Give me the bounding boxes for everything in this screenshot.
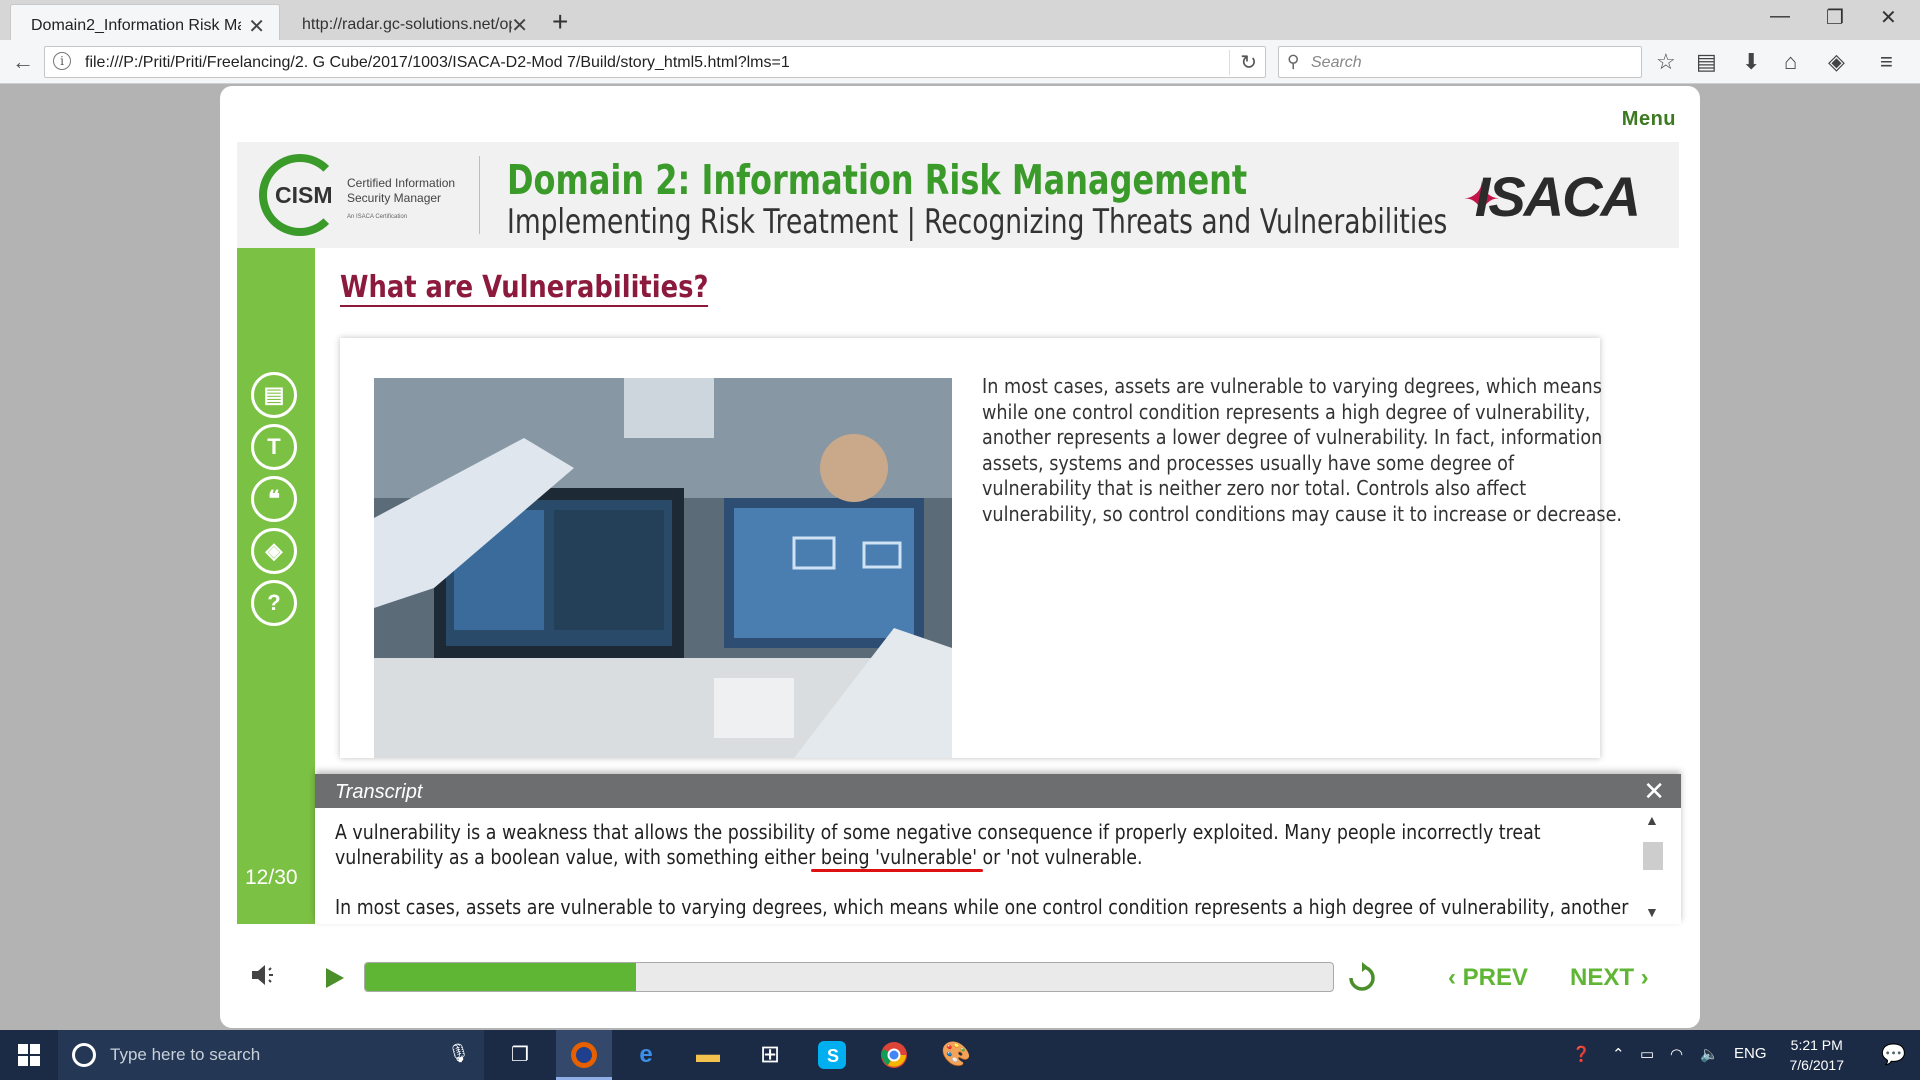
- browser-search-input[interactable]: ⚲ Search: [1278, 46, 1642, 78]
- network-icon[interactable]: ◠: [1670, 1045, 1683, 1063]
- transcript-paragraph: A vulnerability is a weakness that allow…: [335, 820, 1541, 869]
- cism-logo-tagline: An ISACA Certification: [347, 214, 408, 220]
- task-view-icon[interactable]: ❐: [492, 1030, 548, 1080]
- back-icon[interactable]: ←: [12, 49, 34, 75]
- slide-title: What are Vulnerabilities?: [340, 270, 709, 307]
- speaker-icon[interactable]: 🔈: [1700, 1045, 1719, 1063]
- tab-active[interactable]: Domain2_Information Risk Mana ✕: [10, 4, 280, 40]
- browser-navbar: ← i file:///P:/Priti/Priti/Freelancing/2…: [0, 40, 1920, 84]
- transcript-paragraph: In most cases, assets are vulnerable to …: [335, 895, 1629, 918]
- paint-icon[interactable]: 🎨: [928, 1030, 984, 1080]
- notes-icon[interactable]: ▤: [251, 372, 297, 418]
- tab-close-icon[interactable]: ✕: [511, 13, 528, 38]
- slide-body-text: In most cases, assets are vulnerable to …: [982, 374, 1622, 526]
- playback-progress-bar[interactable]: [364, 962, 1334, 992]
- text-icon[interactable]: T: [251, 424, 297, 470]
- chrome-icon[interactable]: [866, 1030, 922, 1080]
- store-icon[interactable]: ⊞: [742, 1030, 798, 1080]
- battery-icon[interactable]: ▭: [1640, 1045, 1654, 1063]
- taskbar-search-placeholder: Type here to search: [110, 1045, 261, 1064]
- svg-text:S: S: [827, 1046, 839, 1066]
- volume-icon[interactable]: [250, 962, 276, 993]
- edge-icon[interactable]: e: [618, 1030, 674, 1080]
- play-icon[interactable]: [324, 966, 346, 995]
- microphone-icon[interactable]: 🎙: [447, 1043, 470, 1064]
- windows-start-icon[interactable]: [18, 1044, 40, 1071]
- restore-icon[interactable]: ❐: [1826, 5, 1844, 30]
- close-window-icon[interactable]: ✕: [1880, 5, 1897, 30]
- transcript-annotation-underline: [811, 869, 983, 872]
- pocket-icon[interactable]: ◈: [1828, 49, 1845, 75]
- help-icon[interactable]: ?: [251, 580, 297, 626]
- windows-taskbar: Type here to search 🎙 ❐ e ▬ ⊞ S 🎨 ❓ ⌃ ▭ …: [0, 1030, 1920, 1080]
- url-text: file:///P:/Priti/Priti/Freelancing/2. G …: [85, 54, 790, 71]
- file-explorer-icon[interactable]: ▬: [680, 1030, 736, 1080]
- prev-button[interactable]: ‹ PREV: [1448, 964, 1528, 992]
- browser-search-placeholder: Search: [1311, 54, 1362, 71]
- quote-icon[interactable]: ❝: [251, 476, 297, 522]
- skype-icon[interactable]: S: [804, 1030, 860, 1080]
- help-tray-icon[interactable]: ❓: [1572, 1045, 1591, 1063]
- header-title: Domain 2: Information Risk Management: [507, 156, 1248, 204]
- firefox-icon[interactable]: [556, 1030, 612, 1080]
- taskbar-search-input[interactable]: Type here to search 🎙: [58, 1030, 484, 1080]
- course-player: Menu CISM Certified Information Security…: [220, 86, 1700, 1028]
- transcript-title: Transcript: [335, 781, 423, 803]
- download-icon[interactable]: ⬇: [1742, 49, 1760, 75]
- home-icon[interactable]: ⌂: [1784, 49, 1797, 75]
- transcript-body: A vulnerability is a weakness that allow…: [335, 820, 1635, 918]
- minimize-icon[interactable]: —: [1770, 5, 1790, 28]
- tab-inactive[interactable]: http://radar.gc-solutions.net/ope ✕: [282, 4, 542, 40]
- clock-date: 7/6/2017: [1789, 1057, 1845, 1073]
- progress-fill: [365, 963, 637, 991]
- site-info-icon[interactable]: i: [53, 52, 71, 70]
- browser-tabstrip: Domain2_Information Risk Mana ✕ http://r…: [0, 0, 1920, 40]
- notifications-icon[interactable]: 💬: [1881, 1042, 1906, 1067]
- transcript-close-icon[interactable]: ✕: [1643, 776, 1665, 807]
- transcript-panel: Transcript ✕ A vulnerability is a weakne…: [315, 774, 1681, 924]
- tab-label: Domain2_Information Risk Mana: [31, 17, 241, 34]
- next-label: NEXT: [1570, 964, 1635, 991]
- cortana-icon: [72, 1043, 96, 1067]
- hamburger-menu-icon[interactable]: ≡: [1880, 49, 1893, 75]
- slide-counter: 12/30: [245, 866, 298, 889]
- reload-icon[interactable]: ↻: [1229, 50, 1257, 75]
- language-indicator[interactable]: ENG: [1734, 1045, 1767, 1062]
- clock-time: 5:21 PM: [1790, 1037, 1843, 1053]
- transcript-scrollbar[interactable]: ▲ ▼: [1641, 808, 1665, 924]
- next-button[interactable]: NEXT ›: [1570, 964, 1649, 992]
- menu-button[interactable]: Menu: [1622, 108, 1676, 131]
- reading-list-icon[interactable]: ▤: [1696, 49, 1717, 75]
- prev-label: PREV: [1462, 964, 1529, 991]
- bookmark-star-icon[interactable]: ☆: [1656, 49, 1676, 75]
- office-photo-graphic: [374, 378, 952, 758]
- isaca-logo: ISACA: [1474, 165, 1641, 228]
- scroll-up-icon[interactable]: ▲: [1645, 812, 1659, 828]
- tab-label: http://radar.gc-solutions.net/ope: [302, 16, 512, 33]
- tab-close-icon[interactable]: ✕: [248, 14, 265, 39]
- header-subtitle: Implementing Risk Treatment | Recognizin…: [507, 202, 1448, 242]
- office-photo: [374, 378, 952, 758]
- transcript-header: Transcript ✕: [315, 774, 1681, 808]
- url-bar[interactable]: i file:///P:/Priti/Priti/Freelancing/2. …: [44, 46, 1266, 78]
- course-header: CISM Certified Information Security Mana…: [237, 142, 1679, 248]
- cism-logo-subtitle: Certified Information Security Manager: [347, 176, 456, 205]
- tools-sidebar: ▤ T ❝ ◈ ? 12/30: [237, 248, 315, 924]
- system-clock[interactable]: 5:21 PM 7/6/2017: [1790, 1035, 1845, 1075]
- search-icon: ⚲: [1287, 52, 1300, 71]
- new-tab-icon[interactable]: +: [552, 6, 568, 38]
- cism-logo-text: CISM: [275, 182, 333, 208]
- show-hidden-icons-icon[interactable]: ⌃: [1612, 1045, 1625, 1063]
- scrollbar-thumb[interactable]: [1643, 842, 1663, 870]
- layers-icon[interactable]: ◈: [251, 528, 297, 574]
- header-divider: [479, 156, 480, 234]
- replay-icon[interactable]: [1346, 962, 1378, 999]
- scroll-down-icon[interactable]: ▼: [1645, 904, 1659, 920]
